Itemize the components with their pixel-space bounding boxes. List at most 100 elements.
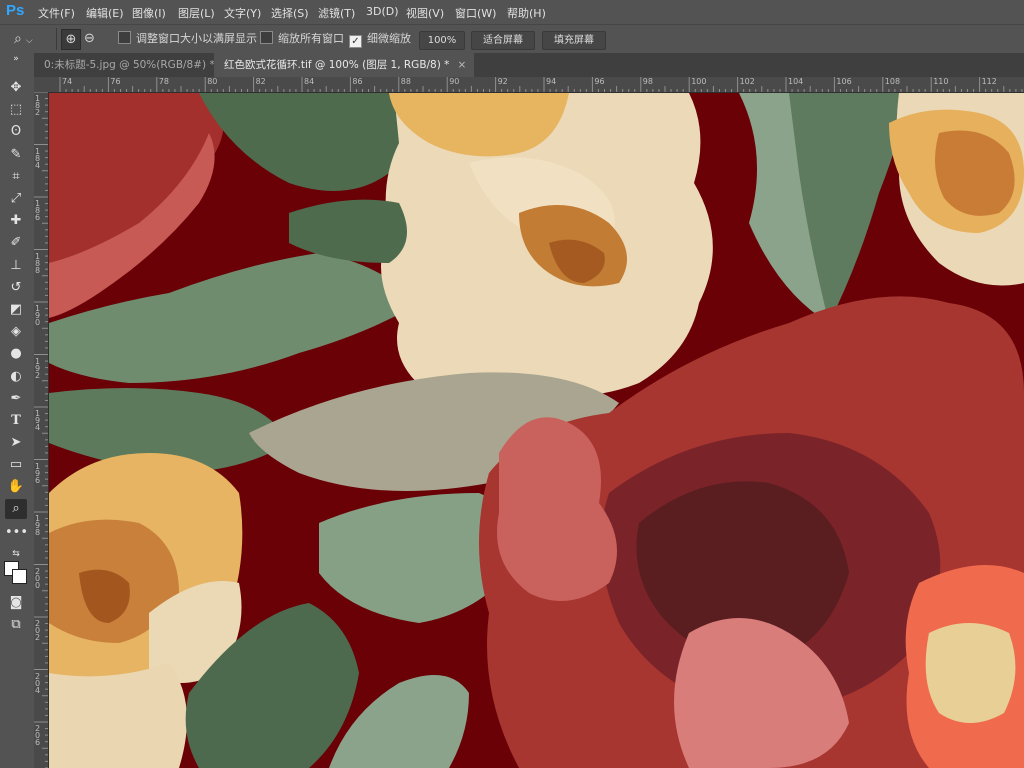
- ruler-ticks: [59, 77, 1023, 92]
- hand-icon[interactable]: ✋: [5, 477, 27, 497]
- cream-petal: [49, 663, 187, 768]
- close-icon[interactable]: ×: [457, 59, 466, 71]
- background-color-swatch[interactable]: [12, 569, 27, 584]
- ruler-label: 104: [788, 77, 804, 86]
- fit-screen-button[interactable]: 适合屏幕: [471, 31, 535, 50]
- more-icon[interactable]: •••: [5, 523, 28, 543]
- ruler-label: 96: [594, 77, 605, 86]
- history-brush-icon[interactable]: ↺: [5, 278, 27, 298]
- menu-window[interactable]: 窗口(W): [455, 5, 496, 21]
- menu-filter[interactable]: 滤镜(T): [318, 5, 355, 21]
- floral-artwork: [49, 93, 1024, 768]
- brush-icon[interactable]: ✐: [5, 233, 27, 253]
- ruler-label: 202: [35, 619, 41, 642]
- eyedropper-icon[interactable]: ⤢: [5, 189, 27, 209]
- fill-screen-button[interactable]: 填充屏幕: [542, 31, 606, 50]
- ruler-label: 90: [449, 77, 460, 86]
- eraser-icon[interactable]: ◩: [5, 300, 27, 320]
- pen-icon[interactable]: ✒: [5, 389, 27, 409]
- zoom-all-checkbox[interactable]: 缩放所有窗口: [260, 30, 344, 48]
- ruler-label: 196: [35, 461, 41, 485]
- ruler-label: 80: [207, 77, 218, 86]
- fit-windows-checkbox[interactable]: 调整窗口大小以满屏显示: [118, 30, 257, 48]
- marquee-icon[interactable]: ⬚: [5, 100, 27, 120]
- zoom-tool-preset-icon[interactable]: ⌕ ⌵: [14, 30, 33, 48]
- ruler-label: 190: [35, 304, 41, 327]
- ruler-label: 108: [884, 77, 901, 86]
- zoom-value-field[interactable]: 100%: [419, 31, 465, 50]
- ruler-label: 186: [35, 199, 41, 222]
- ruler-label: 92: [497, 77, 508, 86]
- tools-panel: » ✥ ⬚ ʘ ✎ ⌗ ⤢ ✚ ✐ ⊥ ↺ ◩ ◈ ● ◐ ✒ T ➤ ▭ ✋ …: [0, 53, 35, 768]
- shape-icon[interactable]: ▭: [5, 455, 27, 475]
- ruler-label: 76: [110, 77, 121, 86]
- menu-layer[interactable]: 图层(L): [178, 5, 215, 21]
- blur-icon[interactable]: ●: [5, 344, 27, 364]
- chevron-down-icon: ⌵: [25, 36, 33, 46]
- document-canvas[interactable]: [49, 93, 1024, 768]
- dodge-icon[interactable]: ◐: [5, 367, 27, 387]
- tab-untitled-5[interactable]: 0:未标题-5.jpg @ 50%(RGB/8#) *×: [34, 53, 232, 77]
- ruler-label: 204: [35, 671, 41, 695]
- menu-image[interactable]: 图像(I): [132, 5, 166, 21]
- ruler-label: 184: [35, 146, 41, 170]
- menu-file[interactable]: 文件(F): [38, 5, 75, 21]
- paint-bucket-icon[interactable]: ◈: [5, 322, 27, 342]
- menu-edit[interactable]: 编辑(E): [86, 5, 124, 21]
- menu-view[interactable]: 视图(V): [406, 5, 444, 21]
- healing-icon[interactable]: ✚: [5, 211, 27, 231]
- ruler-label: 188: [35, 251, 41, 275]
- options-bar: ⌕ ⌵ ⊕ ⊖ 调整窗口大小以满屏显示 缩放所有窗口 ✓ 细微缩放 100% 适合屏…: [0, 24, 1024, 54]
- screen-mode-icon[interactable]: ⧉: [5, 615, 27, 635]
- ruler-label: 98: [642, 77, 653, 86]
- menu-3d[interactable]: 3D(D): [366, 5, 399, 18]
- ruler-label: 82: [255, 77, 266, 86]
- ruler-label: 102: [739, 77, 755, 86]
- tab-title: 0:未标题-5.jpg @ 50%(RGB/8#) *: [44, 59, 215, 71]
- ruler-label: 74: [62, 77, 73, 86]
- ruler-label: 110: [933, 77, 949, 86]
- ruler-origin[interactable]: [34, 77, 48, 92]
- quick-select-icon[interactable]: ✎: [5, 145, 27, 165]
- menu-select[interactable]: 选择(S): [271, 5, 309, 21]
- yellow-center: [925, 623, 1016, 723]
- ruler-label: 88: [400, 77, 411, 86]
- zoom-out-icon[interactable]: ⊖: [84, 30, 95, 48]
- horizontal-ruler[interactable]: 74 76 78 80 82 84 86 88 90 92 94 96 98 100 102 104 106 10…: [48, 77, 1024, 93]
- scrubby-zoom-label: 细微缩放: [367, 32, 411, 45]
- ruler-label: 198: [35, 514, 41, 537]
- ruler-label: 86: [352, 77, 363, 86]
- menu-type[interactable]: 文字(Y): [224, 5, 261, 21]
- document-tab-bar: 0:未标题-5.jpg @ 50%(RGB/8#) *× 红色欧式花循环.tif…: [34, 53, 1024, 77]
- menu-help[interactable]: 帮助(H): [507, 5, 546, 21]
- tab-title: 红色欧式花循环.tif @ 100% (图层 1, RGB/8) *: [224, 59, 450, 71]
- zoom-in-icon[interactable]: ⊕: [61, 29, 81, 50]
- type-icon[interactable]: T: [5, 411, 27, 431]
- collapse-arrows-icon[interactable]: »: [5, 54, 27, 64]
- zoom-icon[interactable]: ⌕: [5, 499, 27, 519]
- checkbox-box[interactable]: [118, 31, 131, 44]
- ruler-label: 192: [35, 356, 41, 380]
- ruler-label: 194: [35, 409, 41, 432]
- ruler-label: 182: [35, 94, 41, 117]
- ruler-label: 78: [158, 77, 169, 86]
- checkmark-icon[interactable]: ✓: [349, 35, 362, 48]
- zoom-all-label: 缩放所有窗口: [278, 32, 344, 45]
- quick-mask-icon[interactable]: ◙: [5, 593, 27, 613]
- stamp-icon[interactable]: ⊥: [5, 256, 27, 276]
- ruler-label: 106: [836, 77, 852, 86]
- ruler-label: 112: [981, 77, 997, 86]
- tab-red-floral[interactable]: 红色欧式花循环.tif @ 100% (图层 1, RGB/8) * ×: [214, 53, 474, 77]
- ruler-label: 84: [304, 77, 315, 86]
- ruler-label: 94: [546, 77, 557, 86]
- path-select-icon[interactable]: ➤: [5, 433, 27, 453]
- move-icon[interactable]: ✥: [5, 78, 27, 98]
- checkbox-box[interactable]: [260, 31, 273, 44]
- scrubby-zoom-checkbox[interactable]: ✓ 细微缩放: [349, 30, 411, 48]
- lasso-icon[interactable]: ʘ: [5, 122, 27, 142]
- vertical-ruler[interactable]: 182 184 186 188 190 192 194 196 198 200 202 204 206: [34, 92, 49, 768]
- crop-icon[interactable]: ⌗: [5, 167, 27, 187]
- photoshop-logo: Ps: [6, 2, 25, 19]
- ruler-label: 206: [35, 724, 41, 747]
- fit-windows-label: 调整窗口大小以满屏显示: [136, 32, 257, 45]
